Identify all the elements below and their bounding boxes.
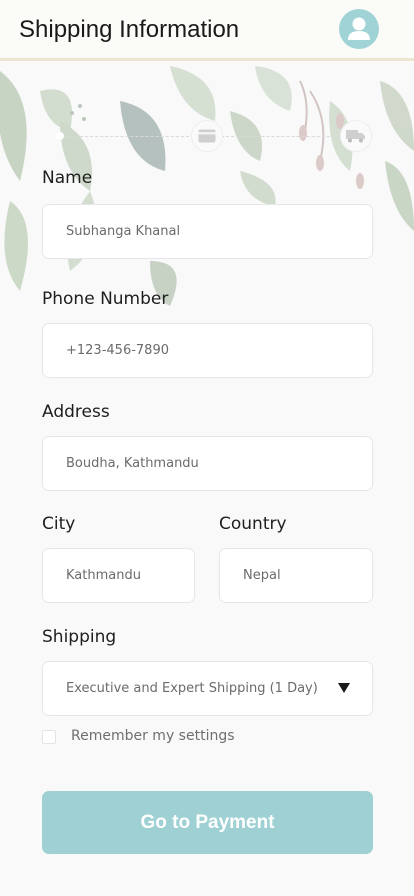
truck-icon (346, 130, 365, 143)
go-to-payment-button[interactable]: Go to Payment (42, 791, 373, 854)
address-label: Address (42, 402, 110, 422)
step-payment (191, 120, 223, 152)
step-delivery (340, 120, 372, 152)
shipping-select[interactable]: Executive and Expert Shipping (1 Day) (42, 661, 373, 716)
phone-value: +123-456-7890 (66, 343, 169, 358)
app-header: Shipping Information (0, 0, 414, 61)
country-value: Nepal (243, 568, 281, 583)
botanical-background (0, 66, 414, 306)
address-field[interactable]: Boudha, Kathmandu (42, 436, 373, 491)
remember-checkbox[interactable] (42, 730, 56, 744)
avatar[interactable] (339, 9, 379, 49)
city-label: City (42, 514, 76, 534)
card-icon (198, 129, 216, 143)
chevron-down-icon (338, 683, 350, 693)
name-value: Subhanga Khanal (66, 224, 181, 239)
country-label: Country (219, 514, 287, 534)
page-title: Shipping Information (19, 16, 240, 43)
address-value: Boudha, Kathmandu (66, 456, 199, 471)
city-value: Kathmandu (66, 568, 141, 583)
country-field[interactable]: Nepal (219, 548, 373, 603)
city-field[interactable]: Kathmandu (42, 548, 195, 603)
step-current-dot (56, 132, 64, 140)
name-field[interactable]: Subhanga Khanal (42, 204, 373, 259)
shipping-value: Executive and Expert Shipping (1 Day) (66, 681, 318, 696)
name-label: Name (42, 168, 93, 188)
phone-label: Phone Number (42, 289, 169, 309)
remember-label: Remember my settings (71, 728, 235, 744)
user-icon (348, 17, 370, 40)
phone-field[interactable]: +123-456-7890 (42, 323, 373, 378)
shipping-label: Shipping (42, 627, 117, 647)
